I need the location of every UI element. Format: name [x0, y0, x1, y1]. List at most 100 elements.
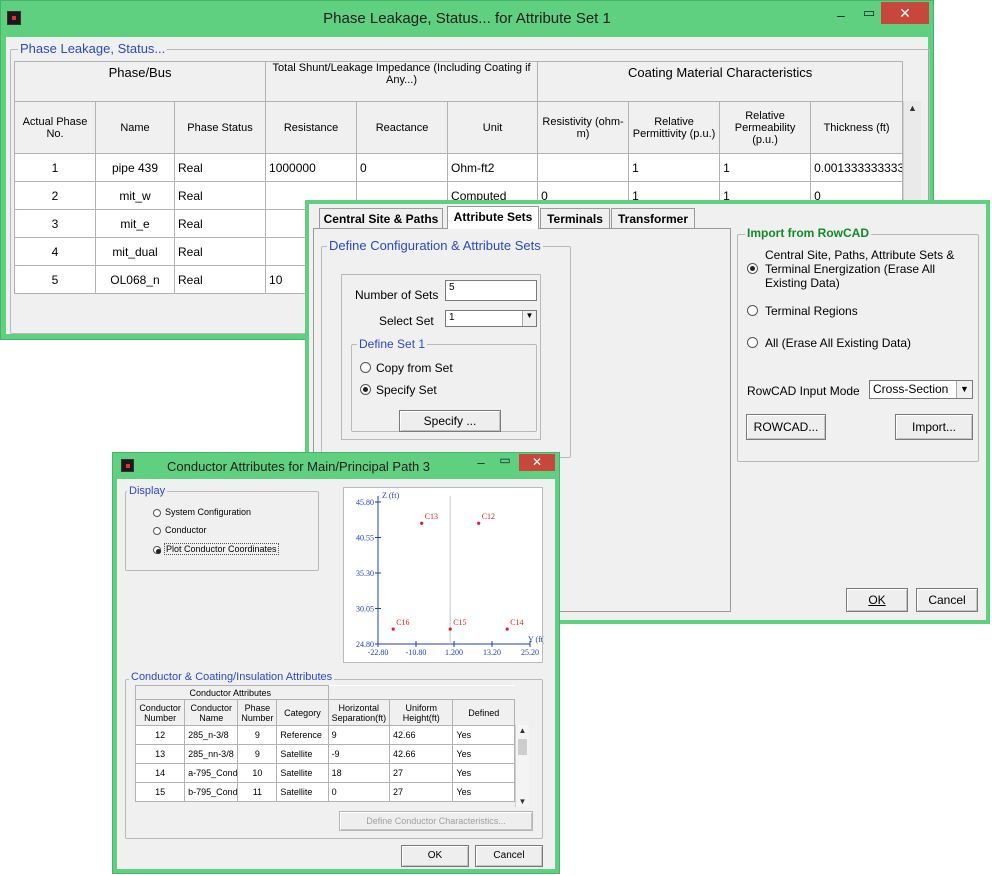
column-header[interactable]: Conductor Name [184, 699, 239, 726]
table-cell[interactable]: 1000000 [265, 153, 358, 182]
column-header[interactable]: Thickness (ft) [810, 101, 904, 154]
minimize-icon[interactable]: – [473, 455, 489, 470]
table-cell[interactable]: Real [173, 265, 267, 294]
table-cell[interactable]: 13 [134, 744, 186, 764]
table-cell[interactable]: 1 [14, 153, 96, 182]
column-header[interactable]: Relative Permeability (p.u.) [719, 101, 812, 154]
specify-button[interactable]: Specify ... [399, 410, 501, 432]
table-cell[interactable]: 285_n-3/8 [184, 725, 239, 745]
table-cell[interactable]: 9 [327, 725, 391, 745]
scroll-down-icon[interactable]: ▼ [516, 797, 529, 806]
column-header[interactable]: Relative Permittivity (p.u.) [628, 101, 721, 154]
column-header[interactable]: Unit [447, 101, 539, 154]
input-mode-dropdown[interactable]: Cross-Section ▼ [869, 380, 973, 399]
table-cell[interactable]: mit_e [95, 209, 175, 238]
maximize-icon[interactable]: ▭ [497, 453, 513, 467]
tab-terminals[interactable]: Terminals [540, 208, 610, 228]
chevron-down-icon[interactable]: ▼ [522, 311, 536, 326]
display-option-radio[interactable] [153, 546, 161, 554]
table-cell[interactable]: 9 [237, 725, 278, 745]
table-cell[interactable]: Yes [452, 744, 515, 764]
table-cell[interactable]: b-795_Cond [184, 782, 239, 802]
define-conductor-characteristics-button[interactable]: Define Conductor Characteristics... [339, 811, 533, 831]
tab-central-site-paths[interactable]: Central Site & Paths [319, 208, 443, 228]
table-cell[interactable]: pipe 439 [95, 153, 175, 182]
table-cell[interactable]: Satellite [276, 763, 329, 783]
table-cell[interactable] [537, 153, 630, 182]
cancel-button[interactable]: Cancel [916, 588, 978, 612]
table-cell[interactable]: 4 [14, 237, 96, 266]
table-cell[interactable]: a-795_Cond [184, 763, 239, 783]
table-cell[interactable]: 27 [388, 763, 454, 783]
conductor-ok-button[interactable]: OK [401, 845, 469, 867]
phase-window-titlebar[interactable]: Phase Leakage, Status... for Attribute S… [1, 1, 933, 37]
table-cell[interactable]: Real [173, 153, 267, 182]
column-header[interactable]: Defined [452, 699, 515, 726]
table-cell[interactable]: -9 [327, 744, 391, 764]
table-cell[interactable]: Reference [276, 725, 329, 745]
tab-transformer[interactable]: Transformer [611, 208, 695, 228]
table-cell[interactable]: 15 [134, 782, 186, 802]
tab-attribute-sets[interactable]: Attribute Sets [447, 206, 539, 229]
table-cell[interactable]: Ohm-ft2 [447, 153, 539, 182]
rowcad-button[interactable]: ROWCAD... [746, 414, 826, 440]
column-header[interactable]: Reactance [356, 101, 449, 154]
table-cell[interactable]: 0 [327, 782, 391, 802]
table-row[interactable]: 15 b-795_Cond 11 Satellite 0 27 Yes [134, 782, 515, 802]
column-header[interactable]: Category [276, 699, 329, 726]
table-cell[interactable]: 12 [134, 725, 186, 745]
import-button[interactable]: Import... [895, 414, 973, 440]
table-cell[interactable]: mit_dual [95, 237, 175, 266]
table-cell[interactable]: mit_w [95, 181, 175, 210]
table-row[interactable]: 12 285_n-3/8 9 Reference 9 42.66 Yes [134, 725, 515, 745]
specify-set-radio[interactable] [360, 384, 371, 395]
chevron-down-icon[interactable]: ▼ [956, 381, 972, 398]
table-cell[interactable]: 2 [14, 181, 96, 210]
table-cell[interactable]: 1 [628, 153, 721, 182]
table-cell[interactable]: 1 [719, 153, 812, 182]
column-header[interactable]: Name [95, 101, 175, 154]
conductor-window-titlebar[interactable]: Conductor Attributes for Main/Principal … [113, 453, 559, 479]
column-header[interactable]: Actual Phase No. [14, 101, 96, 154]
select-set-dropdown[interactable]: 1 ▼ [445, 310, 537, 327]
display-option-radio[interactable] [153, 527, 161, 535]
table-cell[interactable]: 5 [14, 265, 96, 294]
table-cell[interactable]: Yes [452, 725, 515, 745]
table-cell[interactable]: 285_nn-3/8 [184, 744, 239, 764]
close-button[interactable]: ✕ [881, 2, 929, 24]
maximize-icon[interactable]: ▭ [859, 5, 879, 21]
conductor-grid-scrollbar[interactable]: ▲ ▼ [515, 725, 529, 807]
scroll-up-icon[interactable]: ▲ [904, 103, 921, 113]
table-cell[interactable]: 11 [237, 782, 278, 802]
table-cell[interactable]: 3 [14, 209, 96, 238]
column-header[interactable]: Resistivity (ohm-m) [537, 101, 630, 154]
column-header[interactable]: Phase Number [237, 699, 278, 726]
minimize-icon[interactable]: – [829, 7, 853, 23]
table-cell[interactable]: 0 [356, 153, 449, 182]
close-button[interactable]: ✕ [519, 454, 555, 471]
table-cell[interactable]: 42.66 [388, 725, 454, 745]
column-header[interactable]: Phase Status [173, 101, 267, 154]
table-row[interactable]: 14 a-795_Cond 10 Satellite 18 27 Yes [134, 763, 515, 783]
table-cell[interactable]: 18 [327, 763, 391, 783]
import-option-radio[interactable] [747, 305, 758, 316]
table-cell[interactable]: 27 [388, 782, 454, 802]
column-header[interactable]: Resistance [265, 101, 358, 154]
table-cell[interactable]: 14 [134, 763, 186, 783]
number-of-sets-field[interactable]: 5 [445, 280, 537, 301]
table-cell[interactable]: Satellite [276, 744, 329, 764]
import-option-radio[interactable] [747, 263, 758, 274]
table-cell[interactable]: Satellite [276, 782, 329, 802]
column-header[interactable]: Conductor Number [134, 699, 186, 726]
table-cell[interactable]: 10 [237, 763, 278, 783]
table-cell[interactable]: 42.66 [388, 744, 454, 764]
table-cell[interactable]: Real [173, 181, 267, 210]
table-cell[interactable]: 9 [237, 744, 278, 764]
table-cell[interactable]: OL068_n [95, 265, 175, 294]
column-header[interactable]: Horizontal Separation(ft) [327, 699, 391, 726]
table-cell[interactable]: Real [173, 209, 267, 238]
table-cell[interactable]: Yes [452, 782, 515, 802]
scroll-thumb[interactable] [518, 739, 527, 755]
copy-from-set-radio[interactable] [360, 362, 371, 373]
display-option-radio[interactable] [153, 509, 161, 517]
